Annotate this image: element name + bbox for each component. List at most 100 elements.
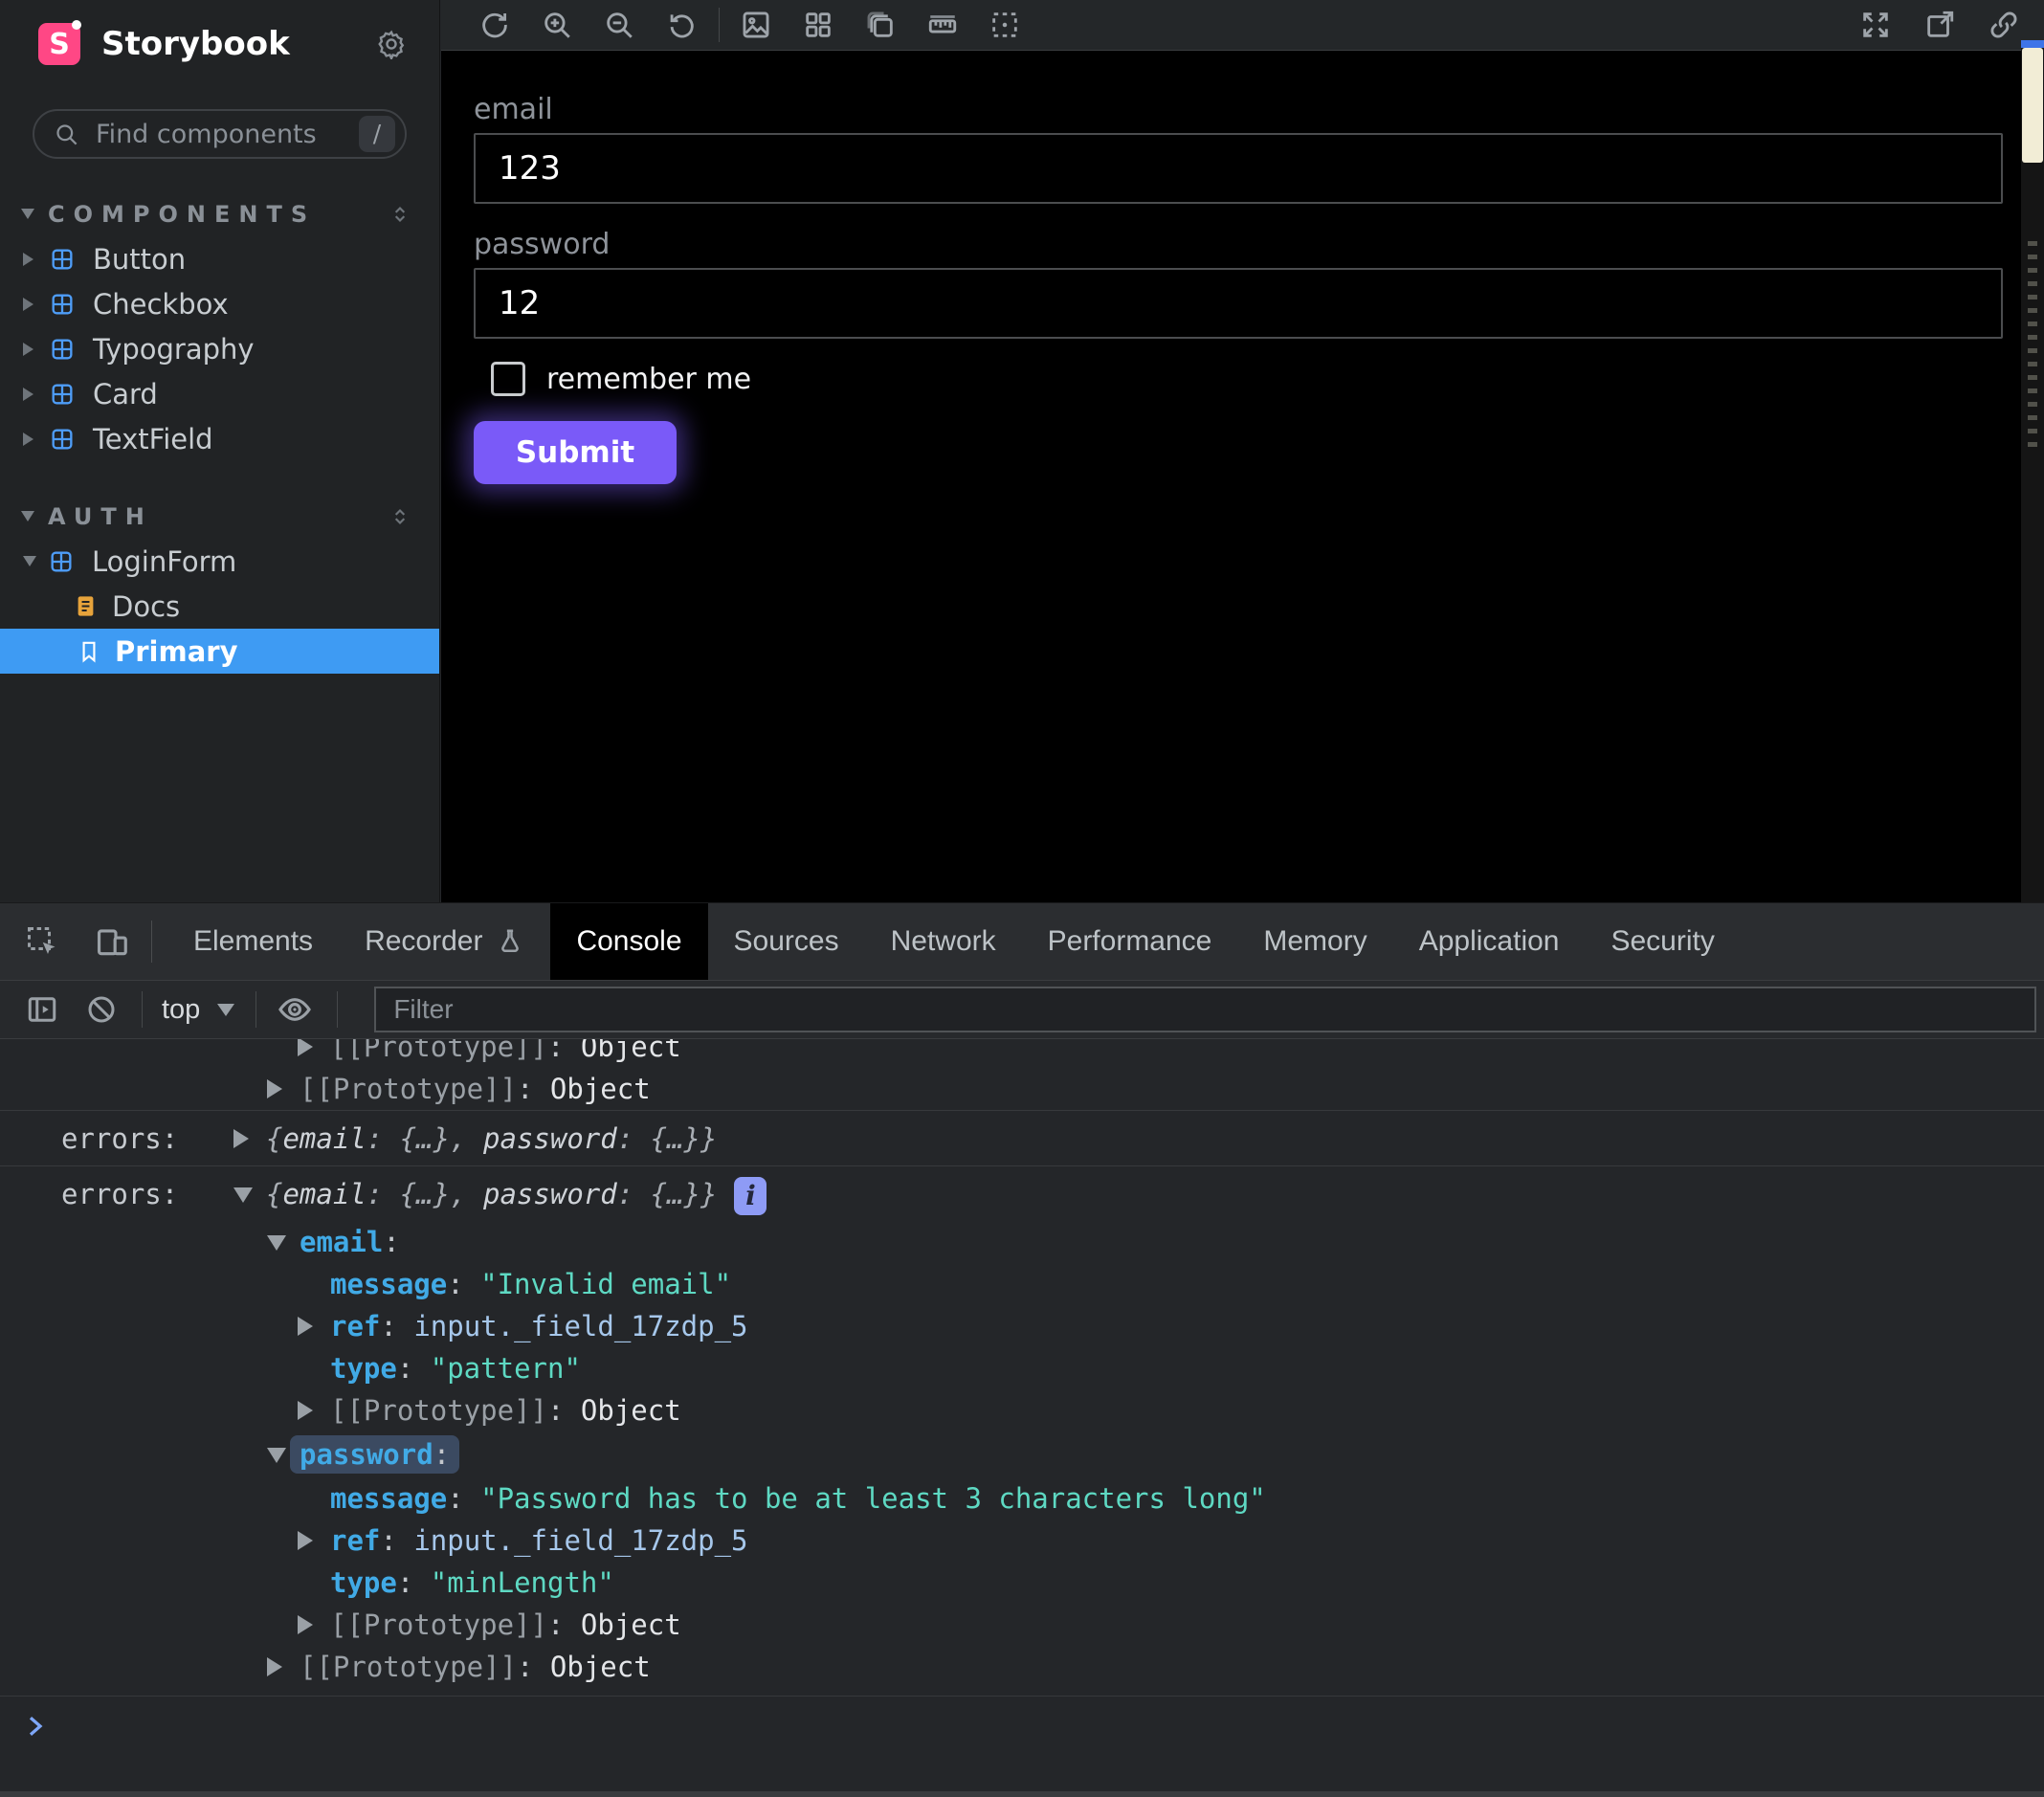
expand-arrow-icon[interactable]: [298, 1531, 313, 1550]
collapse-all-icon[interactable]: [388, 202, 412, 227]
collapse-all-icon[interactable]: [388, 504, 412, 529]
console-text: Object: [581, 1394, 681, 1427]
inspect-element-icon[interactable]: [25, 924, 59, 959]
console-text: "pattern": [431, 1352, 581, 1385]
flask-icon: [496, 927, 524, 956]
scrollbar-thumb[interactable]: [2022, 48, 2043, 163]
sidebar-item-card[interactable]: Card: [0, 371, 439, 416]
tab-label: Performance: [1048, 925, 1212, 958]
sidebar-item-button[interactable]: Button: [0, 236, 439, 281]
highlighted-key: password:: [290, 1435, 459, 1474]
chevron-right-icon: [23, 343, 33, 356]
collapse-arrow-icon[interactable]: [267, 1448, 286, 1463]
background-select-icon[interactable]: [739, 8, 773, 42]
remember-me-checkbox[interactable]: [491, 362, 525, 396]
console-text: }: [700, 1178, 717, 1210]
console-filter-input[interactable]: [374, 987, 2036, 1032]
sidebar-item-loginform[interactable]: LoginForm: [0, 539, 439, 584]
info-badge-icon[interactable]: i: [734, 1177, 766, 1215]
tab-console[interactable]: Console: [550, 903, 707, 980]
console-sidebar-toggle-icon[interactable]: [23, 990, 61, 1029]
tab-label: Application: [1419, 925, 1560, 958]
expand-arrow-icon[interactable]: [233, 1129, 249, 1148]
collapse-arrow-icon[interactable]: [267, 1235, 286, 1251]
tab-recorder[interactable]: Recorder: [339, 903, 550, 980]
zoom-out-icon[interactable]: [602, 8, 636, 42]
console-row: message: "Invalid email": [0, 1263, 2044, 1305]
settings-gear-icon[interactable]: [376, 29, 407, 59]
chevron-down-icon: [21, 511, 34, 521]
console-text: :: [433, 1438, 450, 1471]
console-prompt-chevron-icon: [21, 1712, 50, 1741]
login-form: email password remember me Submit: [441, 51, 2021, 484]
story-preview: email password remember me Submit: [441, 51, 2021, 902]
console-row: email:: [0, 1221, 2044, 1263]
expand-arrow-icon[interactable]: [298, 1615, 313, 1634]
console-text: :: [547, 1608, 581, 1641]
open-new-tab-icon[interactable]: [1922, 8, 1957, 42]
remount-icon[interactable]: [478, 8, 512, 42]
sidebar-item-typography[interactable]: Typography: [0, 326, 439, 371]
measure-icon[interactable]: [925, 8, 960, 42]
expand-arrow-icon[interactable]: [298, 1039, 313, 1056]
chevron-right-icon: [23, 433, 33, 446]
console-text: [[Prototype]]: [300, 1073, 517, 1105]
viewport-icon[interactable]: [863, 8, 898, 42]
tab-elements[interactable]: Elements: [167, 903, 339, 980]
password-field[interactable]: [474, 268, 2003, 339]
chevron-right-icon: [23, 253, 33, 266]
tab-memory[interactable]: Memory: [1237, 903, 1392, 980]
console-text: {…}: [651, 1122, 700, 1155]
page-scrollbar[interactable]: [2021, 40, 2044, 902]
sidebar-item-docs[interactable]: Docs: [0, 584, 439, 629]
section-header-components[interactable]: COMPONENTS: [0, 191, 439, 236]
chevron-right-icon: [23, 298, 33, 311]
console-text: "minLength": [431, 1566, 614, 1599]
outline-icon[interactable]: [988, 8, 1022, 42]
email-field[interactable]: [474, 133, 2003, 204]
console-row: [[Prototype]]: Object: [0, 1068, 2044, 1110]
tab-label: Network: [891, 925, 996, 958]
console-text: :: [380, 1310, 413, 1342]
sidebar-item-textfield[interactable]: TextField: [0, 416, 439, 461]
section-header-auth[interactable]: AUTH: [0, 494, 439, 539]
tab-sources[interactable]: Sources: [708, 903, 865, 980]
component-icon: [48, 548, 75, 575]
tab-security[interactable]: Security: [1585, 903, 1740, 980]
collapse-arrow-icon[interactable]: [233, 1187, 253, 1203]
eye-watch-icon[interactable]: [276, 990, 314, 1029]
sidebar-item-primary-story[interactable]: Primary: [0, 629, 439, 674]
tab-performance[interactable]: Performance: [1022, 903, 1238, 980]
tab-application[interactable]: Application: [1393, 903, 1586, 980]
console-toolbar: top: [0, 981, 2044, 1039]
console-row: type: "minLength": [0, 1562, 2044, 1604]
search-shortcut-badge: /: [359, 116, 395, 152]
clear-console-icon[interactable]: [82, 990, 121, 1029]
component-icon: [49, 426, 76, 453]
execution-context-selector[interactable]: top: [162, 994, 234, 1026]
sidebar: S Storybook / COMPONENTS: [0, 0, 440, 902]
grid-toggle-icon[interactable]: [801, 8, 835, 42]
device-toolbar-icon[interactable]: [94, 923, 130, 960]
expand-arrow-icon[interactable]: [298, 1401, 313, 1420]
search-input[interactable]: [33, 109, 407, 159]
fullscreen-icon[interactable]: [1858, 8, 1893, 42]
console-text: input._field_17zdp_5: [413, 1310, 747, 1342]
tab-network[interactable]: Network: [865, 903, 1022, 980]
expand-arrow-icon[interactable]: [267, 1657, 282, 1676]
password-label: password: [474, 228, 2002, 262]
console-text: }: [700, 1122, 717, 1155]
reset-zoom-icon[interactable]: [664, 8, 699, 42]
console-text: password: [483, 1122, 617, 1155]
submit-button[interactable]: Submit: [474, 421, 677, 484]
tab-label: Sources: [734, 925, 839, 958]
console-prompt[interactable]: [0, 1696, 2044, 1797]
expand-arrow-icon[interactable]: [298, 1317, 313, 1336]
components-list: Button Checkbox Typography Card TextFiel…: [0, 236, 439, 461]
toolbar-divider: [719, 8, 720, 42]
console-row: password:: [0, 1431, 2044, 1477]
sidebar-item-checkbox[interactable]: Checkbox: [0, 281, 439, 326]
copy-link-icon[interactable]: [1987, 8, 2021, 42]
expand-arrow-icon[interactable]: [267, 1079, 282, 1098]
zoom-in-icon[interactable]: [540, 8, 574, 42]
